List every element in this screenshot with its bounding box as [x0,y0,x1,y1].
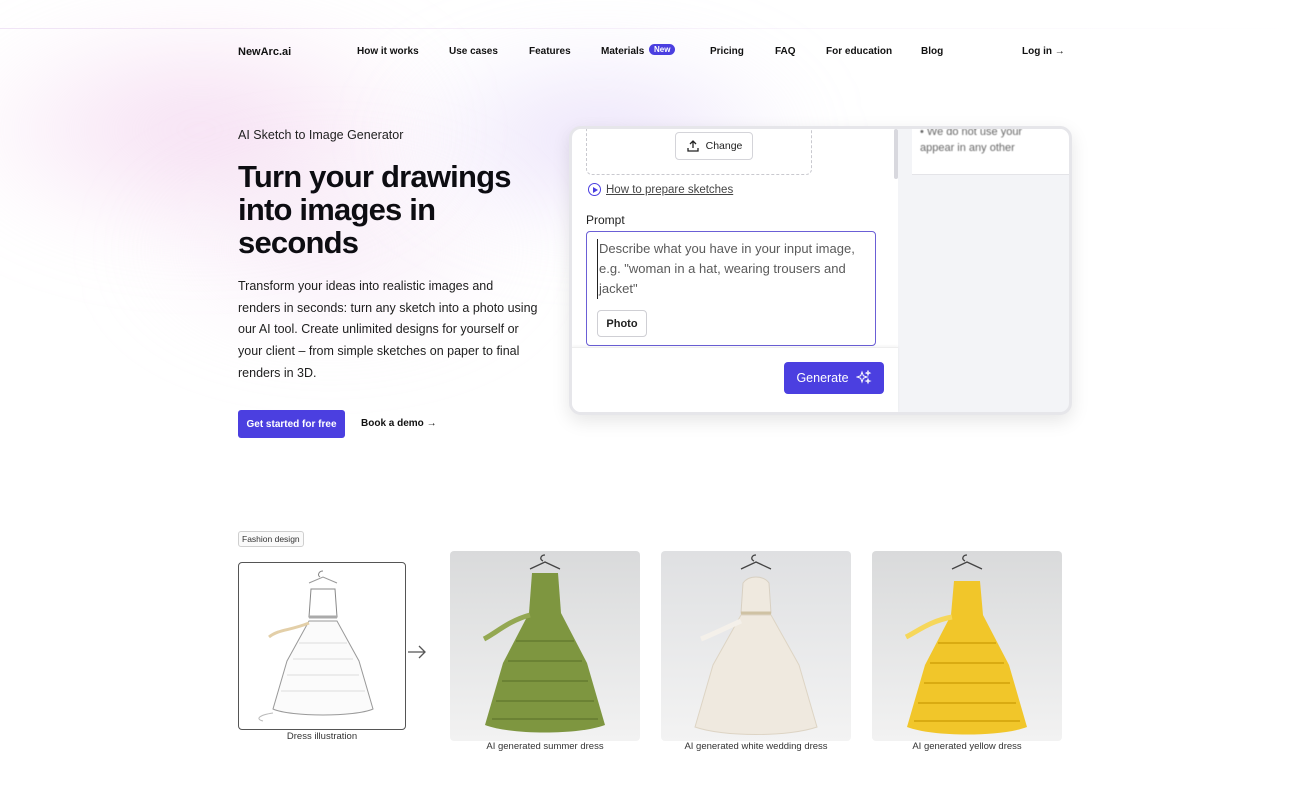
nav-how-it-works[interactable]: How it works [357,46,419,57]
change-label: Change [705,140,743,152]
upload-dropzone[interactable]: Change [586,129,812,175]
caption-yellow-dress: AI generated yellow dress [912,741,1022,752]
note-line-2: appear in any other [920,142,1015,154]
get-started-button[interactable]: Get started for free [238,410,345,438]
generate-label: Generate [796,371,849,385]
yellow-dress-image [872,551,1062,741]
dress-sketch-image [238,562,406,730]
how-to-label: How to prepare sketches [606,183,734,196]
generate-panel: Generate [572,347,898,412]
nav-blog[interactable]: Blog [921,46,943,57]
upload-icon [686,140,699,152]
caption-sketch: Dress illustration [286,731,358,742]
prompt-placeholder: Describe what you have in your input ima… [597,239,857,299]
generate-button[interactable]: Generate [784,362,884,394]
panel-scrollbar[interactable] [894,129,898,179]
nav-for-education[interactable]: For education [826,46,892,57]
privacy-note: • We do not use your appear in any other [912,126,1069,175]
app-form-panel: Change How to prepare sketches Prompt De… [572,129,898,412]
nav-materials[interactable]: Materials New [601,44,676,57]
nav-faq[interactable]: FAQ [775,46,796,57]
prompt-label: Prompt [586,213,625,227]
how-to-prepare-link[interactable]: How to prepare sketches [588,183,733,196]
summer-dress-image [450,551,640,741]
nav-features[interactable]: Features [529,46,571,57]
sketch-dress-icon [258,570,374,722]
prompt-input[interactable]: Describe what you have in your input ima… [586,231,876,346]
nav-materials-label: Materials [601,46,645,57]
arrow-right-icon [408,645,426,659]
caption-wedding-dress: AI generated white wedding dress [684,741,828,752]
nav-pricing[interactable]: Pricing [710,46,744,57]
book-demo-link[interactable]: Book a demo → [361,418,437,429]
change-image-button[interactable]: Change [675,132,753,160]
note-line-1: • We do not use your [920,126,1023,138]
hero-eyebrow: AI Sketch to Image Generator [238,128,404,142]
green-dress-icon [482,554,605,733]
hero-description: Transform your ideas into realistic imag… [238,279,538,380]
photo-style-button[interactable]: Photo [597,310,647,337]
top-nav: NewArc.ai How it works Use cases Feature… [238,44,1065,62]
sparkle-icon [855,370,872,385]
nav-use-cases[interactable]: Use cases [449,46,498,57]
white-dress-icon [694,554,818,735]
category-tag: Fashion design [238,531,304,547]
caption-summer-dress: AI generated summer dress [486,741,604,752]
new-badge: New [649,44,676,55]
yellow-dress-icon [904,554,1027,735]
app-preview-card: Change How to prepare sketches Prompt De… [569,126,1072,415]
play-icon [588,183,601,196]
hero-headline: Turn your drawings into images in second… [238,159,511,260]
wedding-dress-image [661,551,851,741]
login-link[interactable]: Log in → [1022,46,1065,57]
brand-logo[interactable]: NewArc.ai [238,46,291,58]
